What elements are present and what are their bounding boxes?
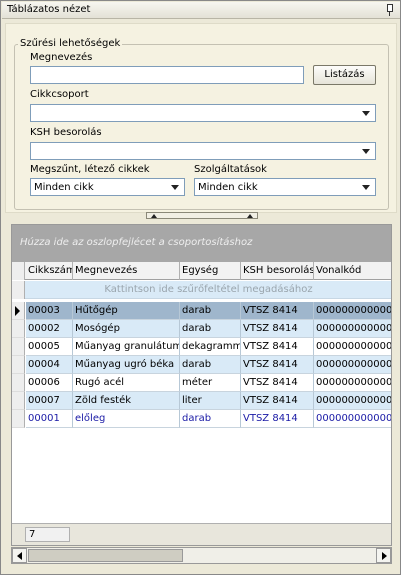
row-pointer: [12, 338, 25, 356]
horizontal-scrollbar[interactable]: [11, 547, 392, 564]
row-pointer: [12, 410, 25, 428]
group-by-panel[interactable]: Húzza ide az oszlopfejlécet a csoportosí…: [12, 225, 391, 262]
grid-header-row: Cikkszám Megnevezés Egység KSH besorolás…: [12, 262, 391, 280]
cell-cikkszam[interactable]: 00005: [26, 338, 73, 356]
cell-vonalkod[interactable]: 00000000000001: [314, 410, 391, 428]
table-row[interactable]: 00005 Műanyag granulátum dekagramm VTSZ …: [12, 338, 391, 356]
chevron-down-icon[interactable]: [359, 145, 373, 157]
cell-vonalkod[interactable]: 00000000000002: [314, 320, 391, 338]
cell-megnevezes[interactable]: előleg: [73, 410, 180, 428]
cell-ksh[interactable]: VTSZ 8414: [241, 338, 314, 356]
panel-splitter[interactable]: [146, 212, 258, 219]
name-label: Megnevezés: [30, 52, 93, 63]
column-header-vonalkod[interactable]: Vonalkód: [314, 262, 391, 280]
grid-footer: 7: [12, 523, 391, 545]
group-by-hint: Húzza ide az oszlopfejlécet a csoportosí…: [20, 237, 253, 248]
data-grid: Húzza ide az oszlopfejlécet a csoportosí…: [11, 224, 392, 546]
ksh-combo[interactable]: [30, 142, 376, 160]
ksh-label: KSH besorolás: [30, 127, 102, 138]
service-combo[interactable]: Minden cikk: [194, 178, 376, 196]
table-row[interactable]: 00007 Zöld festék liter VTSZ 8414 000000…: [12, 392, 391, 410]
cell-vonalkod[interactable]: 00000000000006: [314, 374, 391, 392]
item-group-combo[interactable]: [30, 104, 376, 122]
cell-megnevezes[interactable]: Műanyag ugró béka: [73, 356, 180, 374]
record-count: 7: [25, 527, 70, 542]
cell-ksh[interactable]: VTSZ 8414: [241, 302, 314, 320]
row-pointer: [12, 392, 25, 410]
window-titlebar: Táblázatos nézet: [2, 2, 400, 19]
cell-cikkszam[interactable]: 00002: [26, 320, 73, 338]
scroll-thumb[interactable]: [28, 549, 183, 562]
table-view-window: Táblázatos nézet Szűrési lehetőségek Meg…: [0, 0, 401, 575]
chevron-down-icon[interactable]: [359, 107, 373, 119]
cell-cikkszam[interactable]: 00007: [26, 392, 73, 410]
cell-cikkszam[interactable]: 00006: [26, 374, 73, 392]
service-value: Minden cikk: [198, 182, 258, 193]
cell-vonalkod[interactable]: 00000000000005: [314, 338, 391, 356]
status-combo[interactable]: Minden cikk: [30, 178, 185, 196]
column-header-megnevezes[interactable]: Megnevezés: [73, 262, 180, 280]
chevron-up-icon: [151, 214, 157, 218]
row-pointer: [12, 302, 25, 320]
column-header-ksh[interactable]: KSH besorolás: [241, 262, 314, 280]
cell-vonalkod[interactable]: 00000000000002: [314, 302, 391, 320]
cell-egyseg[interactable]: liter: [180, 392, 241, 410]
cell-megnevezes[interactable]: Zöld festék: [73, 392, 180, 410]
row-pointer: [12, 320, 25, 338]
cell-cikkszam[interactable]: 00001: [26, 410, 73, 428]
table-row[interactable]: 00003 Hűtőgép darab VTSZ 8414 0000000000…: [12, 302, 391, 320]
filter-row[interactable]: Kattintson ide szűrőfeltétel megadásához: [12, 281, 391, 299]
filter-row-hint: Kattintson ide szűrőfeltétel megadásához: [104, 284, 313, 295]
table-row[interactable]: 00004 Műanyag ugró béka darab VTSZ 8414 …: [12, 356, 391, 374]
cell-megnevezes[interactable]: Mosógép: [73, 320, 180, 338]
service-label: Szolgáltatások: [194, 164, 267, 175]
name-input[interactable]: [30, 66, 304, 84]
filter-panel: Szűrési lehetőségek Megnevezés Listázás …: [5, 23, 397, 213]
item-group-label: Cikkcsoport: [30, 89, 89, 100]
filter-icon: [12, 281, 25, 299]
cell-vonalkod[interactable]: 00000000000007: [314, 392, 391, 410]
status-label: Megszűnt, létező cikkek: [30, 164, 150, 175]
cell-ksh[interactable]: VTSZ 8414: [241, 374, 314, 392]
cell-cikkszam[interactable]: 00003: [26, 302, 73, 320]
cell-megnevezes[interactable]: Rugó acél: [73, 374, 180, 392]
column-header-egyseg[interactable]: Egység: [180, 262, 241, 280]
scroll-left-icon[interactable]: [12, 548, 27, 563]
cell-egyseg[interactable]: méter: [180, 374, 241, 392]
status-value: Minden cikk: [34, 182, 94, 193]
row-pointer: [12, 374, 25, 392]
cell-megnevezes[interactable]: Hűtőgép: [73, 302, 180, 320]
cell-cikkszam[interactable]: 00004: [26, 356, 73, 374]
pin-icon[interactable]: [384, 4, 394, 16]
cell-egyseg[interactable]: darab: [180, 320, 241, 338]
chevron-down-icon[interactable]: [359, 181, 373, 193]
column-header-cikkszam[interactable]: Cikkszám: [26, 262, 73, 280]
window-title: Táblázatos nézet: [7, 4, 91, 15]
column-chooser-icon[interactable]: [12, 262, 25, 280]
cell-vonalkod[interactable]: 00000000000004: [314, 356, 391, 374]
cell-ksh[interactable]: VTSZ 8414: [241, 410, 314, 428]
cell-egyseg[interactable]: darab: [180, 410, 241, 428]
scroll-right-icon[interactable]: [376, 548, 391, 563]
list-button[interactable]: Listázás: [313, 65, 376, 85]
cell-megnevezes[interactable]: Műanyag granulátum: [73, 338, 180, 356]
table-row[interactable]: 00002 Mosógép darab VTSZ 8414 0000000000…: [12, 320, 391, 338]
current-row-icon: [15, 306, 20, 316]
cell-ksh[interactable]: VTSZ 8414: [241, 392, 314, 410]
cell-ksh[interactable]: VTSZ 8414: [241, 320, 314, 338]
cell-egyseg[interactable]: darab: [180, 302, 241, 320]
cell-ksh[interactable]: VTSZ 8414: [241, 356, 314, 374]
filter-group-title: Szűrési lehetőségek: [18, 38, 123, 49]
row-pointer: [12, 356, 25, 374]
table-row[interactable]: 00006 Rugó acél méter VTSZ 8414 00000000…: [12, 374, 391, 392]
table-row[interactable]: 00001 előleg darab VTSZ 8414 00000000000…: [12, 410, 391, 428]
chevron-down-icon[interactable]: [168, 181, 182, 193]
cell-egyseg[interactable]: darab: [180, 356, 241, 374]
chevron-up-icon: [247, 214, 253, 218]
cell-egyseg[interactable]: dekagramm: [180, 338, 241, 356]
